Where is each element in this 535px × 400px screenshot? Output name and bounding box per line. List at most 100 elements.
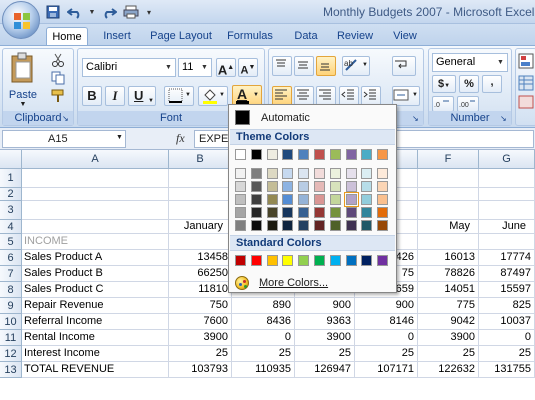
theme-color-swatch[interactable] — [330, 149, 341, 160]
align-middle-button[interactable] — [294, 56, 314, 76]
cell-d9[interactable]: 900 — [295, 298, 355, 314]
cell-a9[interactable]: Repair Revenue — [22, 298, 169, 314]
cell-g2[interactable] — [479, 188, 535, 201]
cell-b3[interactable] — [169, 201, 232, 220]
format-table-icon[interactable] — [518, 75, 534, 94]
row-header[interactable]: 5 — [0, 234, 22, 250]
align-right-button[interactable] — [316, 86, 336, 106]
row-header[interactable]: 9 — [0, 298, 22, 314]
theme-color-swatch[interactable] — [298, 207, 309, 218]
theme-color-swatch[interactable] — [298, 194, 309, 205]
theme-color-swatch[interactable] — [298, 220, 309, 231]
theme-color-swatch[interactable] — [361, 149, 372, 160]
italic-button[interactable]: I — [105, 86, 125, 106]
theme-color-swatch[interactable] — [251, 220, 262, 231]
column-header-a[interactable]: A — [22, 150, 169, 169]
paste-button[interactable]: Paste ▼ — [6, 52, 40, 110]
cell-a13[interactable]: TOTAL REVENUE — [22, 362, 169, 378]
theme-color-swatch[interactable] — [298, 168, 309, 179]
tab-formulas[interactable]: Formulas — [224, 27, 276, 45]
cell-b10[interactable]: 7600 — [169, 314, 232, 330]
cell-e11[interactable]: 0 — [355, 330, 418, 346]
shrink-font-button[interactable]: A▼ — [238, 58, 258, 77]
standard-color-swatch[interactable] — [361, 255, 372, 266]
theme-color-swatch[interactable] — [314, 207, 325, 218]
align-top-button[interactable] — [272, 56, 292, 76]
align-left-button[interactable] — [272, 86, 292, 106]
cell-g4[interactable]: June — [479, 220, 535, 234]
bold-button[interactable]: B — [82, 86, 102, 106]
theme-color-swatch[interactable] — [330, 194, 341, 205]
cell-b9[interactable]: 750 — [169, 298, 232, 314]
orientation-button[interactable]: ab ▼ — [342, 56, 370, 76]
theme-color-swatch[interactable] — [330, 220, 341, 231]
cell-a8[interactable]: Sales Product C — [22, 282, 169, 298]
font-size-box[interactable]: 11 ▼ — [178, 58, 212, 77]
cell-f6[interactable]: 16013 — [418, 250, 479, 266]
grow-font-button[interactable]: A▲ — [216, 58, 236, 77]
undo-icon[interactable] — [66, 3, 84, 21]
theme-color-swatch[interactable] — [377, 149, 388, 160]
theme-color-swatch[interactable] — [361, 181, 372, 192]
theme-color-swatch[interactable] — [251, 207, 262, 218]
cell-b6[interactable]: 13458 — [169, 250, 232, 266]
standard-color-swatch[interactable] — [377, 255, 388, 266]
cell-e12[interactable]: 25 — [355, 346, 418, 362]
cell-a6[interactable]: Sales Product A — [22, 250, 169, 266]
theme-color-swatch[interactable] — [251, 149, 262, 160]
office-button[interactable] — [2, 1, 40, 39]
decrease-indent-button[interactable] — [339, 86, 359, 106]
theme-color-swatch[interactable] — [282, 220, 293, 231]
customize-toolbar-icon[interactable]: ▾ — [144, 3, 154, 21]
decrease-decimal-button[interactable]: .00 — [457, 96, 479, 112]
column-header-g[interactable]: G — [479, 150, 535, 169]
theme-color-swatch[interactable] — [282, 181, 293, 192]
cell-f11[interactable]: 3900 — [418, 330, 479, 346]
row-header[interactable]: 12 — [0, 346, 22, 362]
cell-g3[interactable] — [479, 201, 535, 220]
cell-b7[interactable]: 66250 — [169, 266, 232, 282]
theme-color-swatch[interactable] — [346, 220, 357, 231]
theme-color-swatch[interactable] — [314, 220, 325, 231]
standard-color-swatch[interactable] — [282, 255, 293, 266]
merge-center-button[interactable]: ▼ — [392, 86, 420, 106]
cell-e10[interactable]: 8146 — [355, 314, 418, 330]
automatic-color-option[interactable]: Automatic — [231, 107, 394, 128]
theme-color-swatch[interactable] — [330, 207, 341, 218]
redo-icon[interactable] — [100, 3, 118, 21]
row-header[interactable]: 8 — [0, 282, 22, 298]
align-center-button[interactable] — [294, 86, 314, 106]
theme-color-swatch[interactable] — [235, 194, 246, 205]
tab-page-layout[interactable]: Page Layout — [148, 27, 214, 45]
theme-color-swatch[interactable] — [346, 207, 357, 218]
cell-f5[interactable] — [418, 234, 479, 250]
row-header[interactable]: 13 — [0, 362, 22, 378]
theme-color-swatch[interactable] — [330, 181, 341, 192]
cell-b12[interactable]: 25 — [169, 346, 232, 362]
format-painter-icon[interactable] — [51, 89, 65, 106]
insert-function-button[interactable]: fx — [176, 131, 185, 146]
conditional-formatting-icon[interactable] — [518, 53, 534, 72]
cell-f10[interactable]: 9042 — [418, 314, 479, 330]
theme-color-swatch[interactable] — [314, 149, 325, 160]
more-colors-option[interactable]: More Colors... — [231, 275, 394, 291]
theme-color-swatch[interactable] — [377, 168, 388, 179]
select-all-corner[interactable] — [0, 150, 22, 169]
name-box-dropdown-icon[interactable]: ▼ — [116, 134, 123, 141]
cell-a2[interactable] — [22, 188, 169, 201]
theme-color-swatch[interactable] — [330, 168, 341, 179]
cell-b5[interactable] — [169, 234, 232, 250]
row-header[interactable]: 2 — [0, 188, 22, 201]
cell-a5[interactable]: INCOME — [22, 234, 169, 250]
standard-color-swatch[interactable] — [346, 255, 357, 266]
cell-b8[interactable]: 11810 — [169, 282, 232, 298]
cell-g7[interactable]: 87497 — [479, 266, 535, 282]
column-header-f[interactable]: F — [418, 150, 479, 169]
cell-f4[interactable]: May — [418, 220, 479, 234]
cell-b11[interactable]: 3900 — [169, 330, 232, 346]
theme-color-swatch[interactable] — [267, 149, 278, 160]
theme-color-swatch[interactable] — [282, 149, 293, 160]
theme-color-swatch[interactable] — [298, 149, 309, 160]
cell-f8[interactable]: 14051 — [418, 282, 479, 298]
standard-color-swatch[interactable] — [330, 255, 341, 266]
